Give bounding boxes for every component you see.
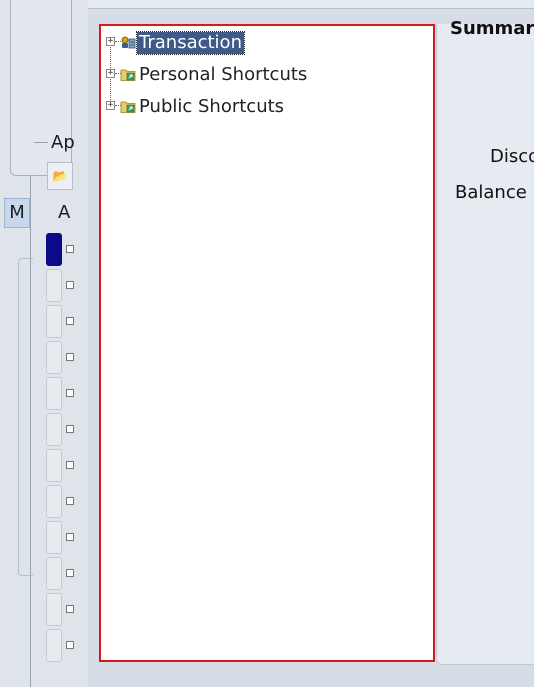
open-folder-button[interactable]: 📂 <box>47 162 73 190</box>
row-indicator[interactable] <box>46 377 62 410</box>
row-checkbox[interactable] <box>66 497 74 505</box>
expand-icon[interactable]: + <box>106 69 115 78</box>
row-checkbox[interactable] <box>66 605 74 613</box>
row-indicator[interactable] <box>46 521 62 554</box>
row-indicator[interactable] <box>46 413 62 446</box>
row-checkbox[interactable] <box>66 389 74 397</box>
tree-node-label[interactable]: Transaction <box>136 31 245 55</box>
balance-label: Balance I <box>455 182 534 203</box>
row-indicator[interactable] <box>46 593 62 626</box>
top-bar <box>88 0 534 9</box>
expand-icon[interactable]: + <box>106 37 115 46</box>
folder-shortcut-icon <box>120 101 136 113</box>
row-checkbox[interactable] <box>66 569 74 577</box>
open-folder-icon: 📂 <box>52 169 68 183</box>
tab-m[interactable]: M <box>4 198 30 228</box>
summary-pane <box>436 24 534 665</box>
folder-shortcut-icon <box>120 69 136 81</box>
row-checkbox[interactable] <box>66 533 74 541</box>
row-indicator-selected[interactable] <box>46 233 62 266</box>
row-indicator[interactable] <box>46 485 62 518</box>
tree-node-label[interactable]: Public Shortcuts <box>137 96 286 118</box>
row-indicator[interactable] <box>46 449 62 482</box>
left-panel: Ap 📂 M A <box>0 0 88 687</box>
row-indicator[interactable] <box>46 557 62 590</box>
row-indicator[interactable] <box>46 341 62 374</box>
tree-node-label[interactable]: Personal Shortcuts <box>137 64 309 86</box>
navigator-tree[interactable]: + Transaction + Personal Shortcuts + Pub… <box>99 24 435 662</box>
expand-icon[interactable]: + <box>106 101 115 110</box>
row-indicator[interactable] <box>46 305 62 338</box>
row-checkbox[interactable] <box>66 425 74 433</box>
tree-node-transaction[interactable]: + Transaction <box>103 31 403 55</box>
row-indicator[interactable] <box>46 269 62 302</box>
rows-frame <box>18 258 33 576</box>
tree-node-personal-shortcuts[interactable]: + Personal Shortcuts <box>103 64 403 86</box>
group-line <box>34 142 48 143</box>
column-header-a: A <box>58 202 71 223</box>
row-checkbox[interactable] <box>66 317 74 325</box>
tree-node-public-shortcuts[interactable]: + Public Shortcuts <box>103 96 403 118</box>
row-checkbox[interactable] <box>66 281 74 289</box>
group-label-ap: Ap <box>51 132 75 153</box>
discount-label: Disco <box>490 146 534 167</box>
row-checkbox[interactable] <box>66 461 74 469</box>
row-indicator[interactable] <box>46 629 62 662</box>
row-checkbox[interactable] <box>66 353 74 361</box>
row-checkbox[interactable] <box>66 245 74 253</box>
summary-heading: Summary <box>450 18 534 39</box>
row-checkbox[interactable] <box>66 641 74 649</box>
transaction-icon <box>121 36 136 49</box>
